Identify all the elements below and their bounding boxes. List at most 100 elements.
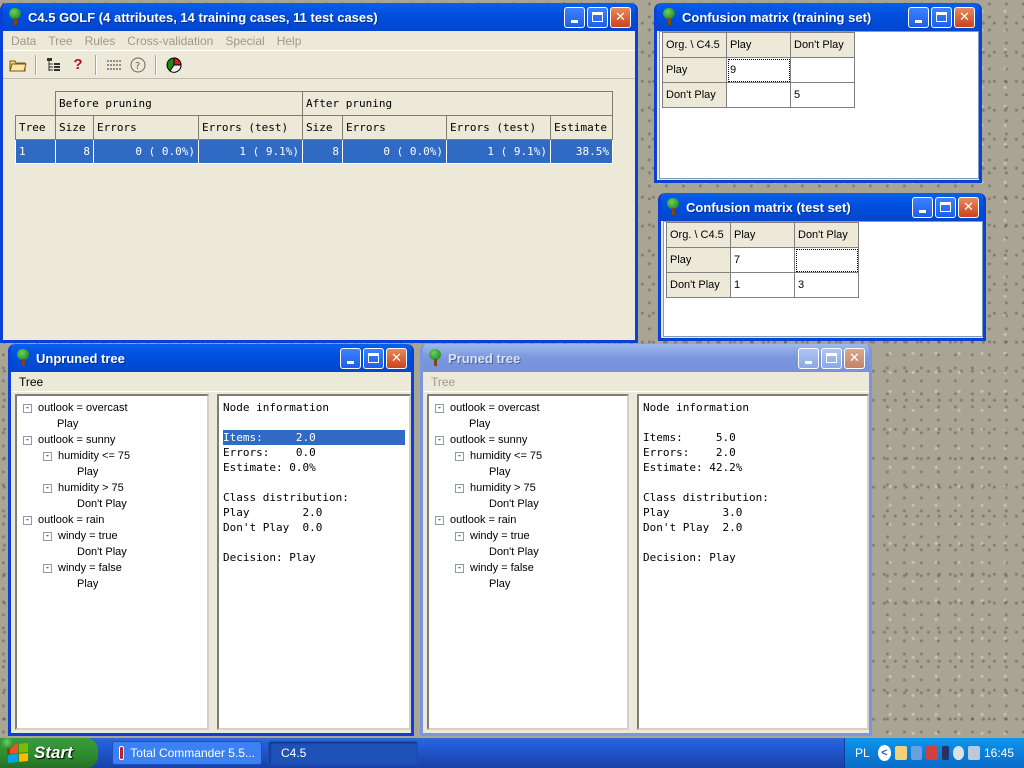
tree-pane[interactable]: - outlook = overcast Play - outlook = sunn…	[427, 394, 629, 730]
close-button[interactable]: ✕	[844, 347, 865, 369]
minimize-button[interactable]	[912, 196, 933, 218]
tree-pane[interactable]: - outlook = overcast Play - outlook = sunn…	[15, 394, 209, 730]
cm-cell[interactable]	[790, 57, 855, 83]
cm-cell[interactable]	[794, 247, 859, 273]
maximize-icon	[826, 353, 837, 363]
maximize-button[interactable]	[587, 6, 608, 28]
tree-node[interactable]: - windy = true	[19, 528, 205, 544]
maximize-button[interactable]	[935, 196, 956, 218]
pruned-titlebar[interactable]: Pruned tree ✕	[423, 344, 869, 372]
node-info-pane[interactable]: Node information Items: 2.0 Errors: 0.0 E…	[217, 394, 411, 730]
tree-node[interactable]: - humidity <= 75	[19, 448, 205, 464]
help-icon[interactable]: ?	[67, 54, 89, 76]
collapse-icon[interactable]: -	[435, 403, 444, 413]
collapse-icon[interactable]: -	[43, 483, 52, 493]
menu-rules[interactable]: Rules	[79, 34, 122, 48]
tree-node[interactable]: - humidity > 75	[19, 480, 205, 496]
taskbar-item-total-commander[interactable]: Total Commander 5.5...	[112, 741, 262, 765]
table-row[interactable]: 1 8 0 ( 0.0%) 1 ( 9.1%) 8 0 ( 0.0%) 1 ( …	[15, 139, 613, 164]
cm-cell[interactable]: 7	[730, 247, 795, 273]
cm-cell[interactable]: 1	[730, 272, 795, 298]
tray-security-icon[interactable]	[926, 746, 938, 760]
tree-view-icon[interactable]	[43, 54, 65, 76]
tree-leaf[interactable]: Don't Play	[19, 544, 205, 560]
collapse-icon[interactable]: -	[435, 515, 444, 525]
collapse-icon[interactable]: -	[43, 531, 52, 541]
show-hidden-icons-button[interactable]: <	[877, 745, 892, 761]
menu-tree[interactable]: Tree	[425, 375, 461, 389]
tree-node[interactable]: - outlook = rain	[19, 512, 205, 528]
pie-chart-icon[interactable]	[163, 54, 185, 76]
collapse-icon[interactable]: -	[455, 531, 464, 541]
collapse-icon[interactable]: -	[43, 451, 52, 461]
tree-leaf[interactable]: Play	[431, 576, 625, 592]
node-info-pane[interactable]: Node information Items: 5.0 Errors: 2.0 …	[637, 394, 869, 730]
tray-device-icon[interactable]	[941, 746, 949, 760]
minimize-button[interactable]	[798, 347, 819, 369]
tree-leaf[interactable]: Play	[19, 416, 205, 432]
collapse-icon[interactable]: -	[455, 451, 464, 461]
maximize-button[interactable]	[821, 347, 842, 369]
menu-tree[interactable]: Tree	[42, 34, 78, 48]
list-icon[interactable]	[103, 54, 125, 76]
collapse-icon[interactable]: -	[455, 483, 464, 493]
tray-network-icon[interactable]	[910, 746, 923, 760]
minimize-button[interactable]	[340, 347, 361, 369]
menu-data[interactable]: Data	[5, 34, 42, 48]
tray-folder-icon[interactable]	[895, 746, 907, 760]
tree-leaf[interactable]: Don't Play	[431, 496, 625, 512]
open-folder-icon[interactable]	[7, 54, 29, 76]
menu-cross-validation[interactable]: Cross-validation	[121, 34, 219, 48]
collapse-icon[interactable]: -	[43, 563, 52, 573]
unpruned-tree-window: Unpruned tree ✕ Tree - outlook = overcast…	[8, 344, 414, 736]
menu-special[interactable]: Special	[219, 34, 270, 48]
tree-node[interactable]: - outlook = sunny	[431, 432, 625, 448]
tree-node[interactable]: - windy = false	[431, 560, 625, 576]
cm-cell[interactable]	[726, 82, 791, 108]
collapse-icon[interactable]: -	[23, 435, 32, 445]
tree-leaf[interactable]: Play	[431, 416, 625, 432]
cm-train-titlebar[interactable]: Confusion matrix (training set) ✕	[657, 3, 979, 31]
minimize-button[interactable]	[564, 6, 585, 28]
tree-node[interactable]: - outlook = overcast	[19, 400, 205, 416]
tree-node[interactable]: - windy = false	[19, 560, 205, 576]
maximize-button[interactable]	[931, 6, 952, 28]
tree-leaf[interactable]: Play	[431, 464, 625, 480]
language-indicator[interactable]: PL	[851, 746, 874, 760]
close-button[interactable]: ✕	[958, 196, 979, 218]
collapse-icon[interactable]: -	[435, 435, 444, 445]
tree-node[interactable]: - humidity <= 75	[431, 448, 625, 464]
cm-cell[interactable]: 3	[794, 272, 859, 298]
close-button[interactable]: ✕	[610, 6, 631, 28]
tree-node[interactable]: - outlook = overcast	[431, 400, 625, 416]
tree-node[interactable]: - outlook = rain	[431, 512, 625, 528]
cm-cell[interactable]: 5	[790, 82, 855, 108]
tree-node[interactable]: - windy = true	[431, 528, 625, 544]
collapse-icon[interactable]: -	[23, 403, 32, 413]
collapse-icon[interactable]: -	[455, 563, 464, 573]
clock: 16:45	[983, 746, 1014, 760]
tree-leaf[interactable]: Don't Play	[431, 544, 625, 560]
menu-help[interactable]: Help	[271, 34, 308, 48]
main-titlebar[interactable]: C4.5 GOLF (4 attributes, 14 training cas…	[3, 3, 635, 31]
cm-test-titlebar[interactable]: Confusion matrix (test set) ✕	[661, 193, 983, 221]
minimize-button[interactable]	[908, 6, 929, 28]
menu-tree[interactable]: Tree	[13, 375, 49, 389]
start-button[interactable]: Start	[0, 738, 98, 768]
tray-monitor-icon[interactable]	[968, 746, 980, 760]
about-icon[interactable]: ?	[127, 54, 149, 76]
tree-node[interactable]: - outlook = sunny	[19, 432, 205, 448]
cm-col-header-dont-play: Don't Play	[794, 222, 859, 248]
tree-leaf[interactable]: Play	[19, 576, 205, 592]
unpruned-titlebar[interactable]: Unpruned tree ✕	[11, 344, 411, 372]
tray-search-icon[interactable]	[952, 746, 965, 760]
cm-cell[interactable]: 9	[726, 57, 791, 83]
tree-node[interactable]: - humidity > 75	[431, 480, 625, 496]
maximize-button[interactable]	[363, 347, 384, 369]
tree-leaf[interactable]: Don't Play	[19, 496, 205, 512]
collapse-icon[interactable]: -	[23, 515, 32, 525]
taskbar-item-c45[interactable]: C4.5	[268, 741, 418, 765]
close-button[interactable]: ✕	[386, 347, 407, 369]
close-button[interactable]: ✕	[954, 6, 975, 28]
tree-leaf[interactable]: Play	[19, 464, 205, 480]
